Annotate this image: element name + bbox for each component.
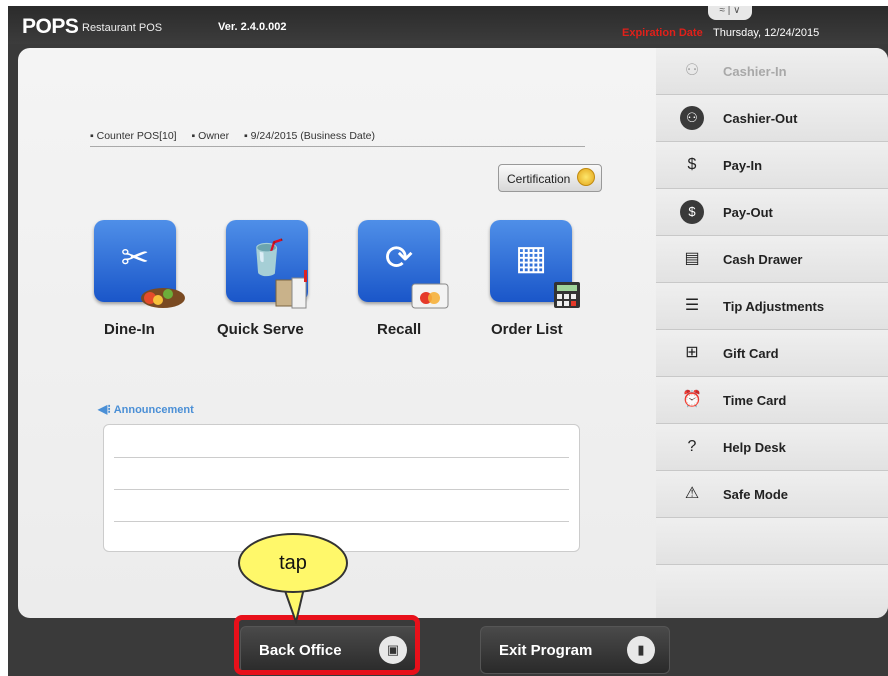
announcement-line: [114, 489, 569, 490]
gift-card-icon: ⊞: [685, 344, 699, 361]
sidebar-item-label: Cashier-Out: [723, 111, 798, 126]
sidebar-item-label: Cash Drawer: [723, 252, 803, 267]
credit-card-icon: [411, 283, 449, 309]
sidebar-item-label: Safe Mode: [723, 487, 789, 502]
sidebar-item-help-desk[interactable]: ? Help Desk: [656, 424, 888, 471]
cashier-out-icon: ⚇: [680, 106, 704, 130]
tap-callout: tap: [238, 533, 348, 593]
station-name: ▪ Counter POS[10]: [90, 130, 177, 142]
sidebar-item-label: Gift Card: [723, 346, 779, 361]
announcement-line: [114, 457, 569, 458]
exit-door-icon: ▮: [627, 636, 655, 664]
highlight-box: [234, 615, 420, 675]
recall-label: Recall: [377, 321, 422, 338]
announcement-label: Announcement: [113, 404, 194, 416]
cashier-in-icon: ⚇: [684, 62, 700, 79]
sidebar-item-label: Time Card: [723, 393, 787, 408]
sidebar-item-label: Pay-Out: [723, 205, 773, 220]
recall-tile[interactable]: ⟳: [358, 220, 449, 309]
refresh-icon: ⟳: [384, 239, 414, 277]
sidebar-item-cashier-in[interactable]: ⚇ Cashier-In: [656, 48, 888, 95]
sidebar-item-label: Help Desk: [723, 440, 786, 455]
announcement-header: ◀⁝ Announcement: [98, 402, 194, 416]
user-name: ▪ Owner: [191, 130, 230, 142]
sidebar-item-cashier-out[interactable]: ⚇ Cashier-Out: [656, 95, 888, 142]
sidebar-item-pay-in[interactable]: $ Pay-In: [656, 142, 888, 189]
exit-program-button[interactable]: Exit Program ▮: [480, 626, 670, 674]
sidebar-item-label: Tip Adjustments: [723, 299, 825, 314]
expiration-label: Expiration Date: [622, 27, 703, 39]
announcement-line: [114, 521, 569, 522]
callout-pointer: [282, 588, 306, 624]
calculator-icon: ▦: [514, 239, 548, 277]
expiration-date: Thursday, 12/24/2015: [713, 27, 820, 39]
tip-adjustments-icon: ☰: [684, 297, 700, 314]
main-panel: ▪ Counter POS[10] ▪ Owner ▪ 9/24/2015 (B…: [18, 48, 658, 618]
quick-serve-tile[interactable]: 🥤: [226, 220, 308, 309]
pay-in-icon: $: [687, 156, 697, 173]
announcement-box: [103, 424, 580, 552]
help-icon: ?: [687, 438, 697, 455]
exit-program-label: Exit Program: [499, 642, 593, 659]
sidebar-item-label: Cashier-In: [723, 64, 787, 79]
sidebar-item-safe-mode[interactable]: ⚠ Safe Mode: [656, 471, 888, 518]
medal-icon: [577, 168, 595, 186]
pay-out-icon: $: [680, 200, 704, 224]
sidebar-empty-slot: [656, 518, 888, 565]
drink-bag-icon: [275, 270, 307, 309]
alarm-clock-icon: ⏰: [682, 391, 702, 408]
sidebar-item-gift-card[interactable]: ⊞ Gift Card: [656, 330, 888, 377]
dine-in-label: Dine-In: [104, 321, 155, 338]
sidebar-item-cash-drawer[interactable]: ▤ Cash Drawer: [656, 236, 888, 283]
pos-app-window: POPS Restaurant POS Ver. 2.4.0.002 ≈ | ∨…: [8, 6, 888, 676]
sidebar: ⚇ Cashier-In ⚇ Cashier-Out $ Pay-In $ Pa…: [656, 48, 888, 618]
quick-serve-label: Quick Serve: [217, 321, 304, 338]
sidebar-item-pay-out[interactable]: $ Pay-Out: [656, 189, 888, 236]
top-bar: POPS Restaurant POS Ver. 2.4.0.002 ≈ | ∨…: [8, 6, 888, 44]
business-date: ▪ 9/24/2015 (Business Date): [244, 130, 375, 142]
sidebar-item-time-card[interactable]: ⏰ Time Card: [656, 377, 888, 424]
app-logo: POPS: [22, 15, 79, 38]
cash-drawer-icon: ▤: [684, 250, 700, 267]
food-plate-icon: [141, 288, 185, 308]
sidebar-item-label: Pay-In: [723, 158, 763, 173]
order-list-label: Order List: [491, 321, 563, 338]
status-line: ▪ Counter POS[10] ▪ Owner ▪ 9/24/2015 (B…: [90, 130, 585, 147]
certification-button[interactable]: Certification: [498, 164, 602, 192]
sidebar-empty-slot: [656, 565, 888, 618]
sidebar-item-tip-adjustments[interactable]: ☰ Tip Adjustments: [656, 283, 888, 330]
dine-in-tile[interactable]: ✂: [94, 220, 185, 308]
mini-calculator-icon: [554, 282, 580, 308]
order-list-tile[interactable]: ▦: [490, 220, 580, 308]
version-label: Ver. 2.4.0.002: [218, 21, 287, 33]
speaker-icon: ◀⁝: [98, 402, 112, 416]
certification-label: Certification: [507, 172, 571, 186]
fork-knife-icon: ✂: [120, 239, 150, 277]
siren-icon: ⚠: [684, 485, 700, 502]
window-controls[interactable]: ≈ | ∨: [708, 6, 752, 20]
app-logo-subtitle: Restaurant POS: [82, 22, 163, 34]
